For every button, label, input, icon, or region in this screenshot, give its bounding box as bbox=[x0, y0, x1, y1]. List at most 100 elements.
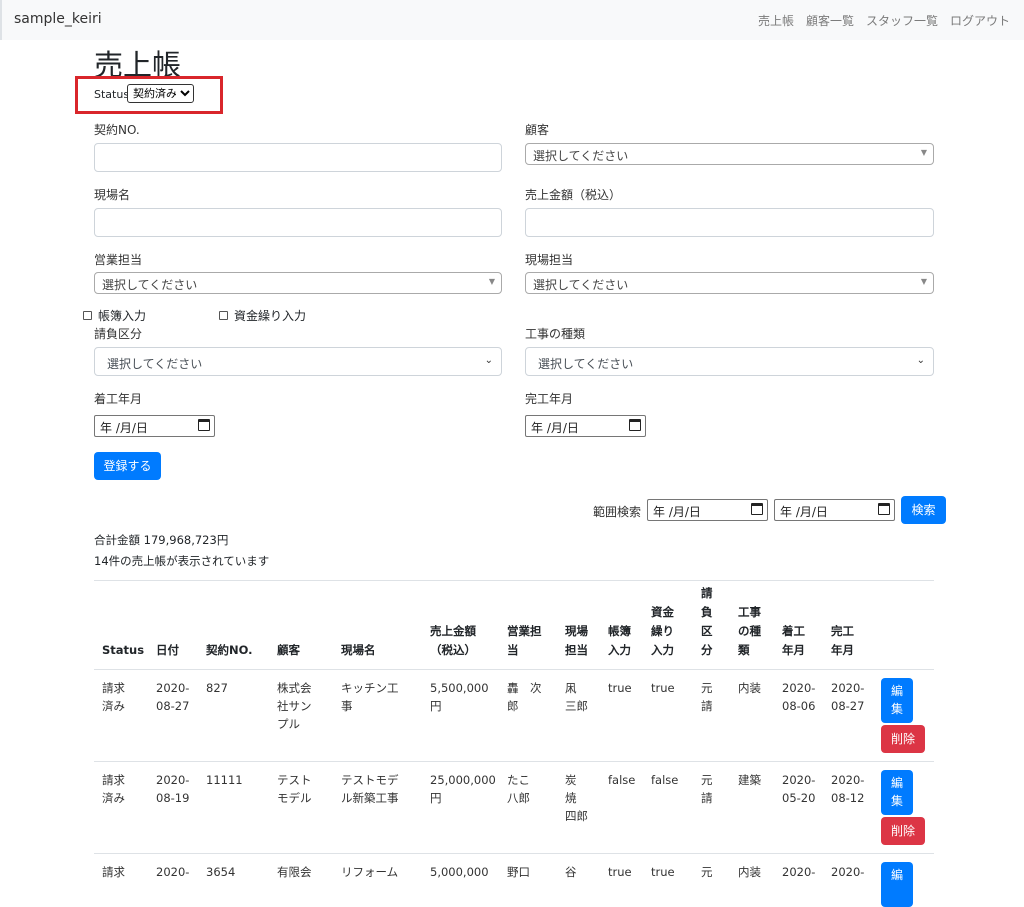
cell-line: true bbox=[651, 681, 675, 695]
contract-type-select[interactable]: 選択してください ⌄ bbox=[94, 347, 502, 376]
table-cell: 2020- 08-19 bbox=[156, 771, 189, 807]
register-button[interactable]: 登録する bbox=[94, 452, 161, 480]
table-cell: true bbox=[608, 863, 632, 881]
cell-line: 2020- bbox=[156, 681, 190, 695]
triangle-down-icon: ▼ bbox=[488, 277, 495, 286]
cell-line: 2020- bbox=[782, 773, 816, 787]
range-from-input[interactable]: 年 /月/日 bbox=[647, 499, 768, 521]
header-line: 担当 bbox=[565, 643, 588, 657]
table-cell: false bbox=[608, 771, 635, 789]
funding-input-checkbox-row[interactable]: 資金繰り入力 bbox=[219, 307, 306, 324]
cell-line: 谷 bbox=[565, 865, 577, 879]
table-cell: 有限会 bbox=[277, 863, 312, 881]
header-line: 現場 bbox=[565, 624, 588, 638]
table-cell: 請求 bbox=[102, 863, 125, 881]
cell-line: 2020- bbox=[156, 865, 190, 879]
nav-link-staff[interactable]: スタッフ一覧 bbox=[866, 12, 938, 29]
cell-line: 5,000,000 bbox=[430, 865, 489, 879]
cell-line: 済み bbox=[102, 699, 125, 713]
header-line: 当 bbox=[507, 643, 519, 657]
header-line: 顧客 bbox=[277, 643, 300, 657]
cell-line: 円 bbox=[430, 791, 442, 805]
cell-line: true bbox=[608, 681, 632, 695]
nav-link-logout[interactable]: ログアウト bbox=[950, 12, 1010, 29]
table-cell: 元 bbox=[701, 863, 713, 881]
cell-line: 轟 次 bbox=[507, 681, 542, 695]
cell-line: 元 bbox=[701, 773, 713, 787]
work-type-select[interactable]: 選択してください ⌄ bbox=[525, 347, 934, 376]
calendar-icon[interactable] bbox=[629, 419, 641, 431]
navbar: sample_keiri 売上帳 顧客一覧 スタッフ一覧 ログアウト bbox=[0, 0, 1024, 40]
cell-line: 内装 bbox=[738, 865, 761, 879]
table-cell: 2020- bbox=[156, 863, 189, 881]
delete-button[interactable]: 削除 bbox=[881, 725, 925, 753]
edit-button-label: 編 bbox=[890, 684, 903, 698]
table-cell: テスト モデル bbox=[277, 771, 312, 807]
calendar-icon[interactable] bbox=[751, 503, 763, 515]
cell-line: 2020- bbox=[782, 865, 816, 879]
cell-line: 2020- bbox=[831, 865, 865, 879]
range-to-input[interactable]: 年 /月/日 bbox=[774, 499, 895, 521]
table-cell: 炭焼四郎 bbox=[565, 771, 588, 825]
triangle-down-icon: ▼ bbox=[920, 277, 927, 286]
cell-line: false bbox=[608, 773, 636, 787]
cell-line: 08-27 bbox=[156, 699, 190, 713]
header-line: 売上金額 bbox=[430, 624, 476, 638]
site-name-input[interactable] bbox=[94, 208, 502, 237]
cell-line: true bbox=[608, 865, 632, 879]
status-select[interactable]: 契約済み bbox=[127, 84, 194, 103]
delete-button[interactable]: 削除 bbox=[881, 817, 925, 845]
customer-select[interactable]: 選択してください ▼ bbox=[525, 143, 934, 165]
cell-line: モデル bbox=[277, 791, 312, 805]
start-month-label: 着工年月 bbox=[94, 392, 143, 406]
work-type-label: 工事の種類 bbox=[525, 327, 586, 341]
status-label: Status bbox=[94, 88, 130, 101]
edit-button-label: 編 bbox=[890, 776, 903, 790]
cell-line: 請 bbox=[701, 791, 713, 805]
header-line: 資金 bbox=[651, 605, 674, 619]
edit-button[interactable]: 編集 bbox=[881, 678, 913, 723]
funding-input-checkbox[interactable] bbox=[219, 311, 228, 320]
cell-line: 三郎 bbox=[565, 699, 588, 713]
table-cell: true bbox=[651, 863, 675, 881]
table-cell: 轟 次郎 bbox=[507, 679, 542, 715]
header-line: Status bbox=[102, 643, 145, 657]
table-cell: 元請 bbox=[701, 679, 713, 715]
header-line: 現場名 bbox=[341, 643, 376, 657]
header-line: 帳簿 bbox=[608, 624, 631, 638]
table-cell: 25,000,000 円 bbox=[430, 771, 496, 807]
calendar-icon[interactable] bbox=[878, 503, 890, 515]
end-month-label: 完工年月 bbox=[525, 392, 574, 406]
table-header: 売上金額 （税込） bbox=[430, 622, 476, 660]
brand-link[interactable]: sample_keiri bbox=[14, 11, 102, 27]
cell-line: 08-27 bbox=[831, 699, 865, 713]
site-staff-select[interactable]: 選択してください ▼ bbox=[525, 272, 934, 294]
nav-link-customers[interactable]: 顧客一覧 bbox=[806, 12, 854, 29]
header-line: 契約NO. bbox=[206, 643, 253, 657]
edit-button-label: 編 bbox=[890, 868, 903, 882]
table-cell: 3654 bbox=[206, 863, 235, 881]
search-button[interactable]: 検索 bbox=[901, 496, 946, 524]
cell-line: 済み bbox=[102, 791, 125, 805]
edit-button[interactable]: 編集 bbox=[881, 770, 913, 815]
cell-line: 凩 bbox=[565, 681, 577, 695]
sales-amount-label: 売上金額（税込） bbox=[525, 188, 622, 202]
start-month-input[interactable]: 年 /月/日 bbox=[94, 415, 215, 437]
calendar-icon[interactable] bbox=[198, 419, 210, 431]
ledger-input-checkbox-row[interactable]: 帳簿入力 bbox=[83, 307, 146, 324]
edit-button[interactable]: 編 bbox=[881, 862, 913, 907]
nav-link-sales-ledger[interactable]: 売上帳 bbox=[758, 12, 794, 29]
ledger-input-checkbox[interactable] bbox=[83, 311, 92, 320]
sales-staff-select[interactable]: 選択してください ▼ bbox=[94, 272, 502, 294]
table-cell: 建築 bbox=[738, 771, 761, 789]
sales-amount-input[interactable] bbox=[525, 208, 934, 237]
end-month-input[interactable]: 年 /月/日 bbox=[525, 415, 646, 437]
table-cell: 2020- bbox=[831, 863, 864, 881]
table-header: 顧客 bbox=[277, 641, 300, 660]
table-header: 工事 の種類 bbox=[738, 603, 761, 660]
contract-no-input[interactable] bbox=[94, 143, 502, 172]
table-cell: 請求 済み bbox=[102, 771, 125, 807]
table-header: 完工 年月 bbox=[831, 622, 854, 660]
cell-line: 社サン bbox=[277, 699, 312, 713]
cell-line: false bbox=[651, 773, 679, 787]
